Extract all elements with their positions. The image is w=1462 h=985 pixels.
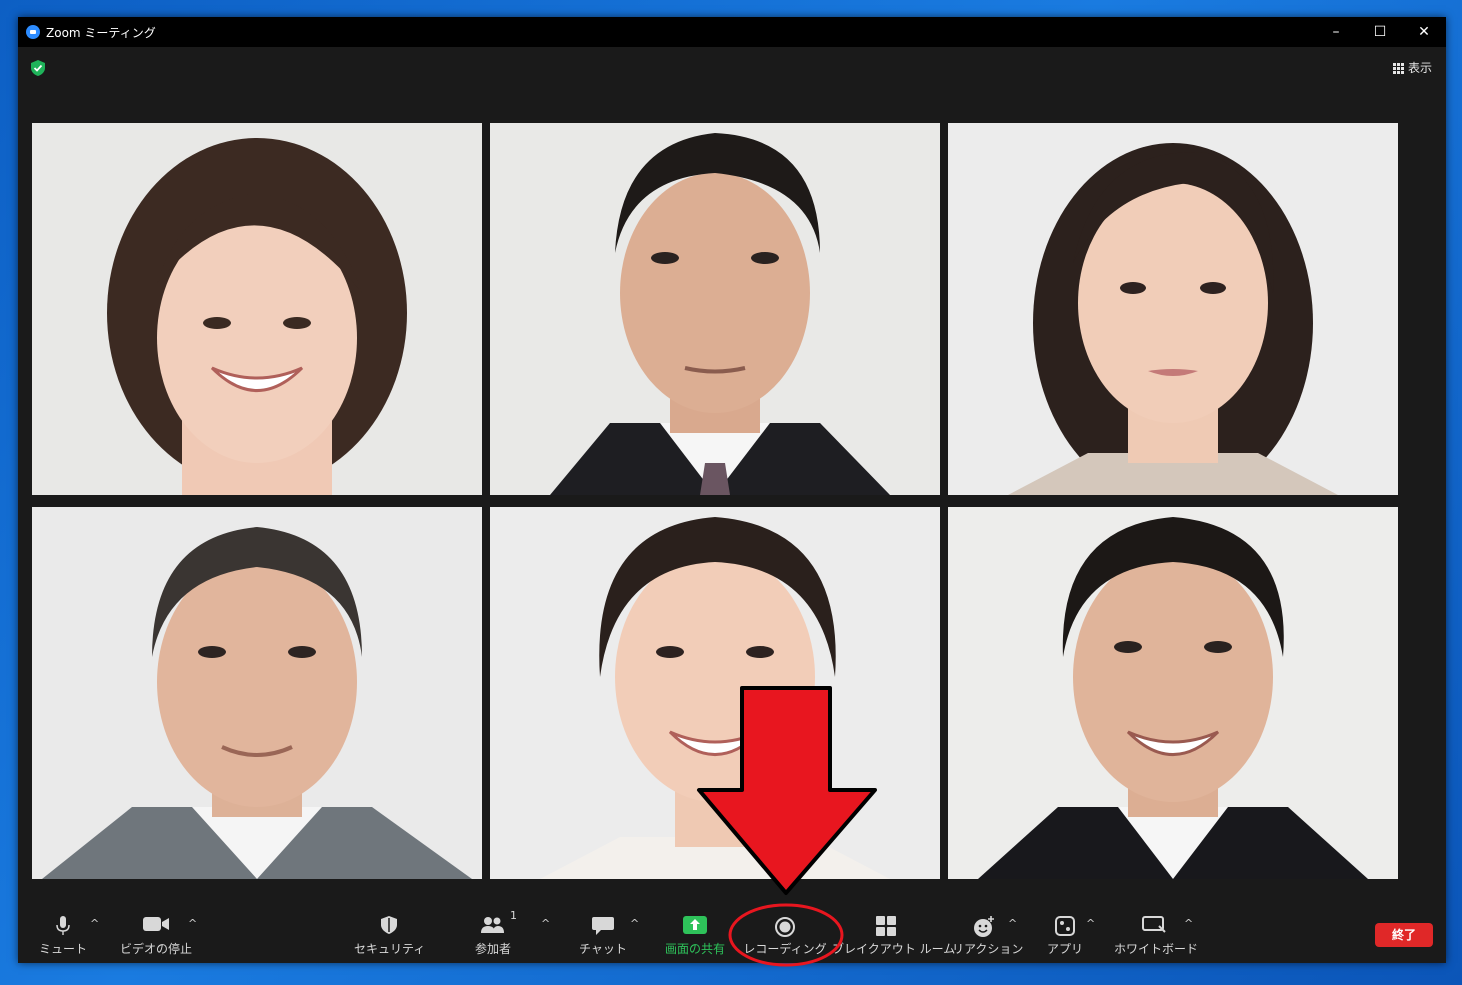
annotation-circle [728, 903, 844, 967]
annotation-arrow [697, 686, 877, 895]
annotation-overlay [697, 686, 877, 967]
